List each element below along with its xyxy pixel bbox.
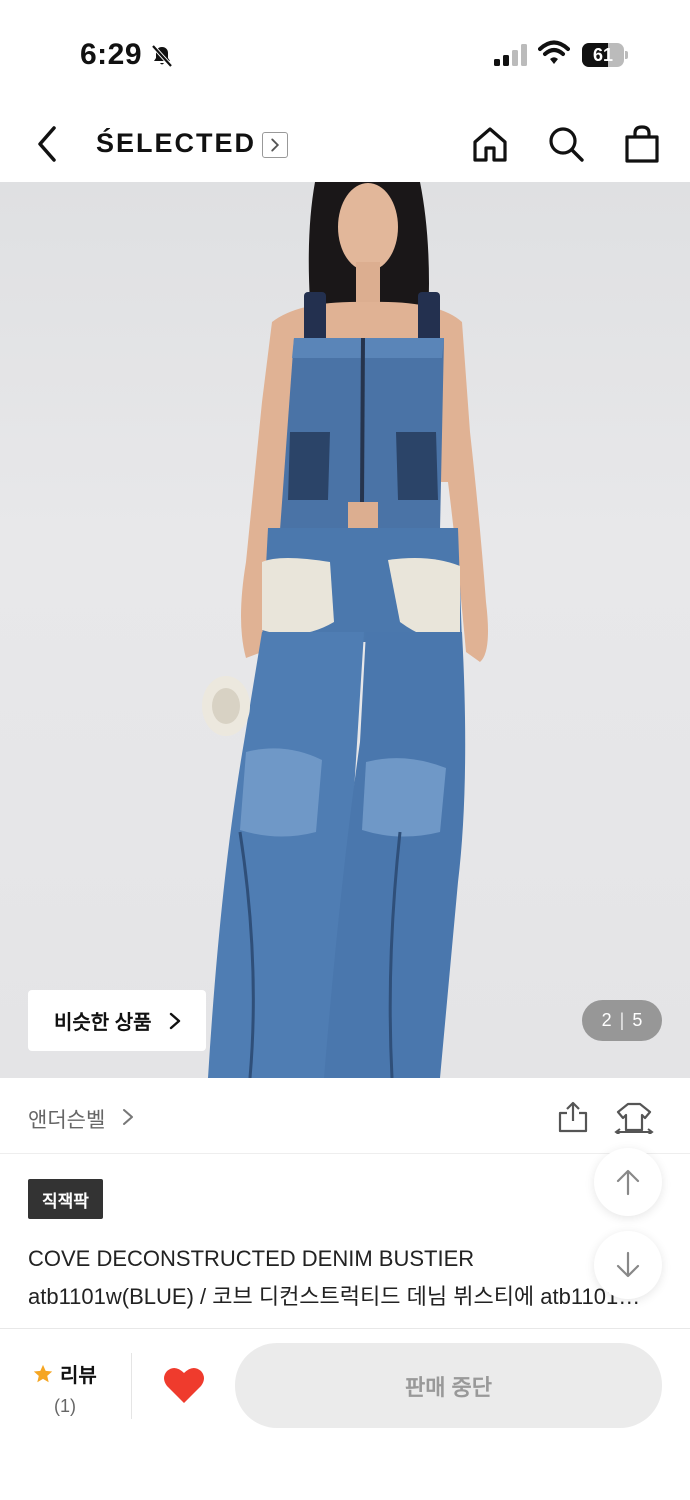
similar-products-label: 비슷한 상품 [54, 1012, 152, 1034]
scroll-up-button[interactable] [594, 1148, 662, 1216]
product-title: COVE DECONSTRUCTED DENIM BUSTIER atb1101… [28, 1240, 660, 1316]
product-title-line2: atb1101w(BLUE) / 코브 디컨스트럭티드 데님 뷔스티에 atb1… [28, 1284, 656, 1309]
review-count: (1) [54, 1396, 76, 1416]
scroll-down-button[interactable] [594, 1231, 662, 1299]
product-photo [202, 182, 488, 1078]
product-badge: 직잭팍 [28, 1179, 103, 1219]
home-icon[interactable] [470, 124, 510, 164]
chevron-right-icon [169, 1012, 181, 1030]
status-bar: 6:29 61 [0, 0, 690, 100]
product-title-line1: COVE DECONSTRUCTED DENIM BUSTIER [28, 1246, 475, 1271]
sold-out-button[interactable]: 판매 중단 [235, 1343, 662, 1428]
divider [131, 1353, 132, 1419]
review-button[interactable]: 리뷰 (1) [32, 1359, 112, 1417]
arrow-down-icon [616, 1251, 640, 1278]
star-icon [33, 1364, 53, 1382]
product-image-carousel[interactable]: 비슷한 상품 2 | 5 [0, 182, 690, 1078]
shopping-bag-icon[interactable] [622, 124, 662, 164]
bottom-action-bar: 리뷰 (1) 판매 중단 [0, 1328, 690, 1500]
page-total: 5 [632, 1010, 643, 1030]
share-icon[interactable] [556, 1100, 590, 1134]
back-icon[interactable] [28, 122, 68, 166]
similar-products-button[interactable]: 비슷한 상품 [28, 990, 206, 1051]
chevron-right-box-icon[interactable] [262, 132, 288, 158]
shop-brand-title[interactable]: ŚELECTED [96, 128, 256, 159]
arrow-up-icon [616, 1169, 640, 1196]
brand-row: 앤더슨벨 [0, 1080, 690, 1154]
product-brand-link[interactable]: 앤더슨벨 [28, 1104, 105, 1134]
wifi-icon [538, 40, 570, 64]
search-icon[interactable] [546, 124, 586, 164]
page-separator: | [619, 1010, 625, 1030]
top-navigation-bar: ŚELECTED [0, 110, 690, 180]
battery-indicator: 61 [582, 43, 628, 67]
page-current: 2 [601, 1010, 612, 1030]
status-time: 6:29 [80, 38, 143, 71]
image-page-indicator: 2 | 5 [582, 1000, 662, 1041]
size-guide-icon[interactable] [614, 1100, 654, 1134]
chevron-right-icon [123, 1109, 133, 1125]
heart-icon[interactable] [162, 1365, 206, 1405]
cellular-signal-icon [494, 44, 527, 66]
review-label: 리뷰 [60, 1365, 97, 1387]
bell-muted-icon [151, 44, 173, 68]
battery-level: 61 [592, 45, 614, 65]
